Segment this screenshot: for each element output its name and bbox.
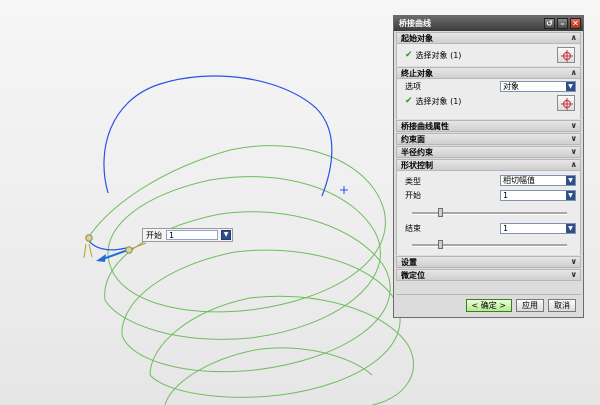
close-icon[interactable]: ✕ <box>570 18 581 29</box>
chevron-up-icon: ∧ <box>570 68 578 77</box>
start-label: 开始 <box>405 190 421 200</box>
section-radius-constraint[interactable]: 半径约束 ∨ <box>396 146 581 158</box>
start-pick-button[interactable] <box>557 47 575 63</box>
dialog-title: 桥接曲线 <box>399 19 431 28</box>
section-label: 设置 <box>401 257 417 267</box>
minimize-icon[interactable]: – <box>557 18 568 29</box>
chevron-down-icon: ∨ <box>570 257 578 266</box>
helix-curve <box>87 145 414 405</box>
section-label: 形状控制 <box>401 160 433 170</box>
chevron-down-icon: ∨ <box>570 147 578 156</box>
start-value-field[interactable]: 1 ▼ <box>500 190 576 201</box>
check-icon: ✔ <box>405 50 413 60</box>
check-icon: ✔ <box>405 96 413 106</box>
end-row: 结束 <box>397 221 421 235</box>
end-slider[interactable] <box>412 244 567 247</box>
arrow-stepper-icon[interactable]: ▼ <box>566 191 575 200</box>
dialog-footer: < 确定 > 应用 取消 <box>396 294 581 315</box>
end-value: 1 <box>503 224 509 233</box>
float-input-label: 开始 <box>146 230 162 240</box>
reset-icon[interactable]: ↺ <box>544 18 555 29</box>
end-label: 结束 <box>405 223 421 233</box>
section-label: 桥接曲线属性 <box>401 121 449 131</box>
start-object-panel: ✔ 选择对象 (1) <box>396 44 581 66</box>
bridge-curve <box>103 75 333 197</box>
chevron-down-icon: ∨ <box>570 134 578 143</box>
section-micro-position[interactable]: 微定位 ∨ <box>396 269 581 281</box>
section-shape-control[interactable]: 形状控制 ∧ <box>396 159 581 171</box>
type-select[interactable]: 相切幅值 ▼ <box>500 175 576 186</box>
start-slider-thumb[interactable] <box>437 208 443 217</box>
start-row: 开始 <box>397 188 421 202</box>
end-slider-thumb[interactable] <box>437 240 443 249</box>
chevron-up-icon: ∧ <box>570 33 578 42</box>
section-label: 约束面 <box>401 134 425 144</box>
end-pick-button[interactable] <box>557 95 575 111</box>
dialog-titlebar[interactable]: 桥接曲线 ↺ – ✕ <box>394 16 583 31</box>
ok-button[interactable]: < 确定 > <box>465 298 512 312</box>
chevron-up-icon: ∧ <box>570 160 578 169</box>
start-select-label: 选择对象 (1) <box>415 50 462 60</box>
end-point-marker <box>340 186 348 194</box>
type-label: 类型 <box>405 176 421 186</box>
cancel-button[interactable]: 取消 <box>548 298 576 312</box>
end-object-select-row[interactable]: ✔ 选择对象 (1) <box>397 93 580 109</box>
section-start-object[interactable]: 起始对象 ∧ <box>396 32 581 44</box>
option-label: 选项 <box>405 81 421 91</box>
section-label: 起始对象 <box>401 33 433 43</box>
shape-control-panel: 类型 相切幅值 ▼ 开始 1 ▼ 结束 1 ▼ <box>396 171 581 255</box>
chevron-down-icon: ∨ <box>570 270 578 279</box>
section-settings[interactable]: 设置 ∨ <box>396 256 581 268</box>
chevron-down-icon: ▼ <box>566 176 575 185</box>
start-slider[interactable] <box>412 212 567 215</box>
chevron-down-icon: ▼ <box>566 82 575 91</box>
option-select[interactable]: 对象 ▼ <box>500 81 576 92</box>
start-value: 1 <box>503 191 509 200</box>
arrow-stepper-icon[interactable]: ▼ <box>221 230 231 240</box>
section-label: 终止对象 <box>401 68 433 78</box>
start-object-select-row[interactable]: ✔ 选择对象 (1) <box>397 47 580 63</box>
section-label: 微定位 <box>401 270 425 280</box>
section-end-object[interactable]: 终止对象 ∧ <box>396 67 581 79</box>
end-object-panel: 选项 对象 ▼ ✔ 选择对象 (1) <box>396 79 581 119</box>
start-float-input[interactable]: 开始 1 ▼ <box>142 228 233 242</box>
arrow-stepper-icon[interactable]: ▼ <box>566 224 575 233</box>
section-label: 半径约束 <box>401 147 433 157</box>
float-input-value[interactable]: 1 <box>166 230 218 240</box>
option-value: 对象 <box>503 82 519 91</box>
chevron-down-icon: ∨ <box>570 121 578 130</box>
type-row: 类型 <box>397 174 421 188</box>
apply-button[interactable]: 应用 <box>516 298 544 312</box>
crosshair-icon <box>561 50 573 62</box>
bridge-curve-dialog: 桥接曲线 ↺ – ✕ 起始对象 ∧ ✔ 选择对象 (1) 终止对象 ∧ 选项 对… <box>393 15 584 318</box>
type-value: 相切幅值 <box>503 176 535 185</box>
section-bridge-properties[interactable]: 桥接曲线属性 ∨ <box>396 120 581 132</box>
section-constraint-face[interactable]: 约束面 ∨ <box>396 133 581 145</box>
end-value-field[interactable]: 1 ▼ <box>500 223 576 234</box>
end-select-label: 选择对象 (1) <box>415 96 462 106</box>
crosshair-icon <box>561 98 573 110</box>
